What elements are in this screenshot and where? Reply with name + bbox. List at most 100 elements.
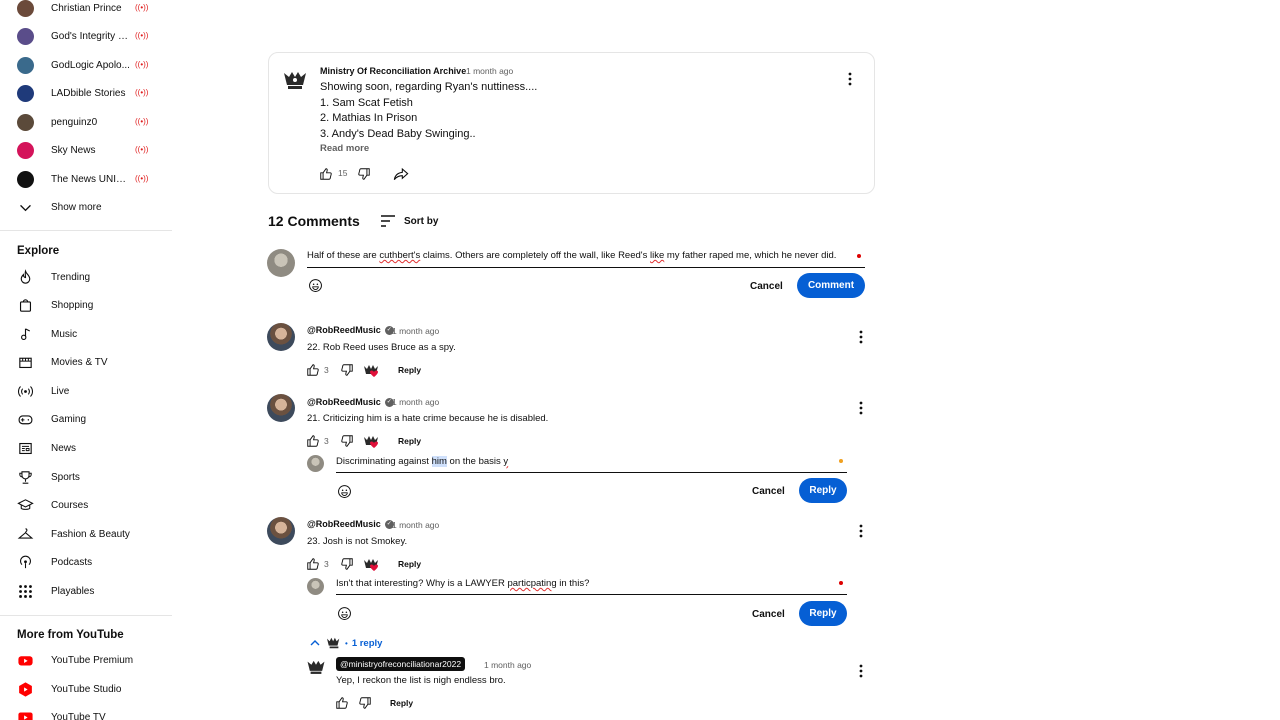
sidebar-item-youtube-tv[interactable]: YouTube TV [17, 703, 167, 720]
grammar-indicator [839, 459, 843, 463]
reply-button[interactable]: Reply [398, 559, 421, 569]
sort-by-button[interactable]: Sort by [380, 212, 438, 230]
live-indicator-icon: ((•)) [135, 60, 149, 69]
sidebar-item-label: Playables [51, 585, 95, 597]
subscription-item[interactable]: LADbible Stories ((•)) [17, 79, 167, 107]
commenter-avatar[interactable] [267, 323, 295, 351]
subscription-name: GodLogic Apolo... [51, 59, 130, 71]
reply-input-text: Isn't that interesting? Why is a LAWYER [336, 578, 508, 589]
like-icon[interactable] [306, 434, 320, 448]
reply-button[interactable]: Reply [398, 365, 421, 375]
like-count: 3 [324, 365, 329, 375]
sidebar-item-movies[interactable]: Movies & TV [17, 348, 167, 376]
more-options-icon[interactable] [856, 523, 866, 539]
reply-timestamp[interactable]: 1 month ago [484, 660, 531, 670]
emoji-icon[interactable] [337, 484, 352, 499]
sidebar-item-trending[interactable]: Trending [17, 263, 167, 291]
sidebar-item-courses[interactable]: Courses [17, 491, 167, 519]
sidebar-item-gaming[interactable]: Gaming [17, 405, 167, 433]
share-icon[interactable] [393, 167, 409, 181]
dislike-icon[interactable] [358, 696, 372, 710]
comment-input[interactable]: Half of these are cuthbert's claims. Oth… [307, 250, 865, 268]
more-options-icon[interactable] [845, 71, 855, 87]
comment-timestamp[interactable]: 1 month ago [392, 326, 439, 336]
reply-input-text: Discriminating against [336, 456, 432, 467]
reply-submit-button[interactable]: Reply [799, 601, 847, 626]
more-options-icon[interactable] [856, 400, 866, 416]
channel-logo-icon[interactable] [282, 67, 308, 93]
post-author-name[interactable]: Ministry Of Reconciliation Archive [320, 66, 466, 76]
sidebar-item-label: Sports [51, 471, 80, 483]
more-options-icon[interactable] [856, 329, 866, 345]
sidebar-item-news[interactable]: News [17, 434, 167, 462]
subscription-name: The News UNIT ... [51, 173, 131, 185]
comment-author[interactable]: @RobReedMusic ✓ [307, 519, 394, 529]
more-options-icon[interactable] [856, 663, 866, 679]
subscription-name: LADbible Stories [51, 87, 126, 99]
reply-input[interactable]: Discriminating against him on the basis … [336, 456, 847, 473]
sidebar-item-podcasts[interactable]: Podcasts [17, 548, 167, 576]
commenter-avatar[interactable] [267, 394, 295, 422]
dislike-icon[interactable] [340, 557, 354, 571]
cancel-button[interactable]: Cancel [742, 602, 795, 626]
commenter-avatar[interactable] [267, 517, 295, 545]
show-more-label: Show more [51, 201, 102, 213]
emoji-icon[interactable] [308, 278, 323, 293]
courses-icon [17, 497, 34, 514]
comment-timestamp[interactable]: 1 month ago [392, 397, 439, 407]
comment-author[interactable]: @RobReedMusic ✓ [307, 325, 394, 335]
sidebar-item-label: YouTube Premium [51, 654, 134, 666]
post-timestamp[interactable]: 1 month ago [466, 66, 513, 76]
live-indicator-icon: ((•)) [135, 31, 149, 40]
subscription-item[interactable]: Sky News ((•)) [17, 136, 167, 164]
cancel-button[interactable]: Cancel [740, 274, 793, 298]
channel-logo-icon[interactable] [306, 657, 326, 675]
dislike-icon[interactable] [357, 167, 371, 181]
misspelled-word: y [503, 456, 509, 467]
reply-submit-button[interactable]: Reply [799, 478, 847, 503]
sidebar-item-live[interactable]: Live [17, 377, 167, 405]
like-icon[interactable] [306, 363, 320, 377]
like-icon[interactable] [335, 696, 349, 710]
reply-input[interactable]: Isn't that interesting? Why is a LAWYER … [336, 578, 847, 595]
subscription-item[interactable]: penguinz0 ((•)) [17, 108, 167, 136]
podcasts-icon [17, 554, 34, 571]
cancel-button[interactable]: Cancel [742, 479, 795, 503]
replies-toggle-button[interactable]: • 1 reply [310, 635, 382, 651]
comment-text: 23. Josh is not Smokey. [307, 536, 408, 547]
emoji-icon[interactable] [337, 606, 352, 621]
current-user-avatar [307, 455, 324, 472]
sidebar-item-fashion[interactable]: Fashion & Beauty [17, 520, 167, 548]
subscription-item[interactable]: The News UNIT ... ((•)) [17, 165, 167, 193]
like-icon[interactable] [319, 167, 333, 181]
comment-author[interactable]: @RobReedMusic ✓ [307, 397, 394, 407]
channel-avatar [17, 84, 34, 102]
live-indicator-icon: ((•)) [135, 145, 149, 154]
sidebar-item-shopping[interactable]: Shopping [17, 291, 167, 319]
sidebar-divider [0, 230, 172, 231]
subscription-item[interactable]: GodLogic Apolo... ((•)) [17, 51, 167, 79]
sidebar-item-youtube-studio[interactable]: YouTube Studio [17, 675, 167, 703]
live-icon [17, 383, 34, 400]
comments-count: 12 Comments [268, 213, 360, 229]
dislike-icon[interactable] [340, 434, 354, 448]
reply-button[interactable]: Reply [398, 436, 421, 446]
sidebar-item-music[interactable]: Music [17, 320, 167, 348]
sidebar-item-playables[interactable]: Playables [17, 577, 167, 605]
current-user-avatar [307, 578, 324, 595]
show-more-button[interactable]: Show more [17, 193, 167, 221]
subscription-item[interactable]: Christian Prince ((•)) [17, 0, 167, 22]
sidebar-item-label: Music [51, 328, 78, 340]
sidebar-item-sports[interactable]: Sports [17, 463, 167, 491]
sidebar-item-youtube-premium[interactable]: YouTube Premium [17, 646, 167, 674]
comment-submit-button[interactable]: Comment [797, 273, 865, 298]
reply-author-handle[interactable]: @ministryofreconciliationar2022 [336, 657, 466, 671]
subscription-item[interactable]: God's Integrity P... ((•)) [17, 22, 167, 50]
community-post-card: Ministry Of Reconciliation Archive 1 mon… [268, 52, 875, 194]
comment-timestamp[interactable]: 1 month ago [392, 520, 439, 530]
reply-button[interactable]: Reply [390, 698, 413, 708]
read-more-link[interactable]: Read more [320, 143, 369, 154]
like-icon[interactable] [306, 557, 320, 571]
dislike-icon[interactable] [340, 363, 354, 377]
youtube-studio-icon [17, 681, 34, 698]
